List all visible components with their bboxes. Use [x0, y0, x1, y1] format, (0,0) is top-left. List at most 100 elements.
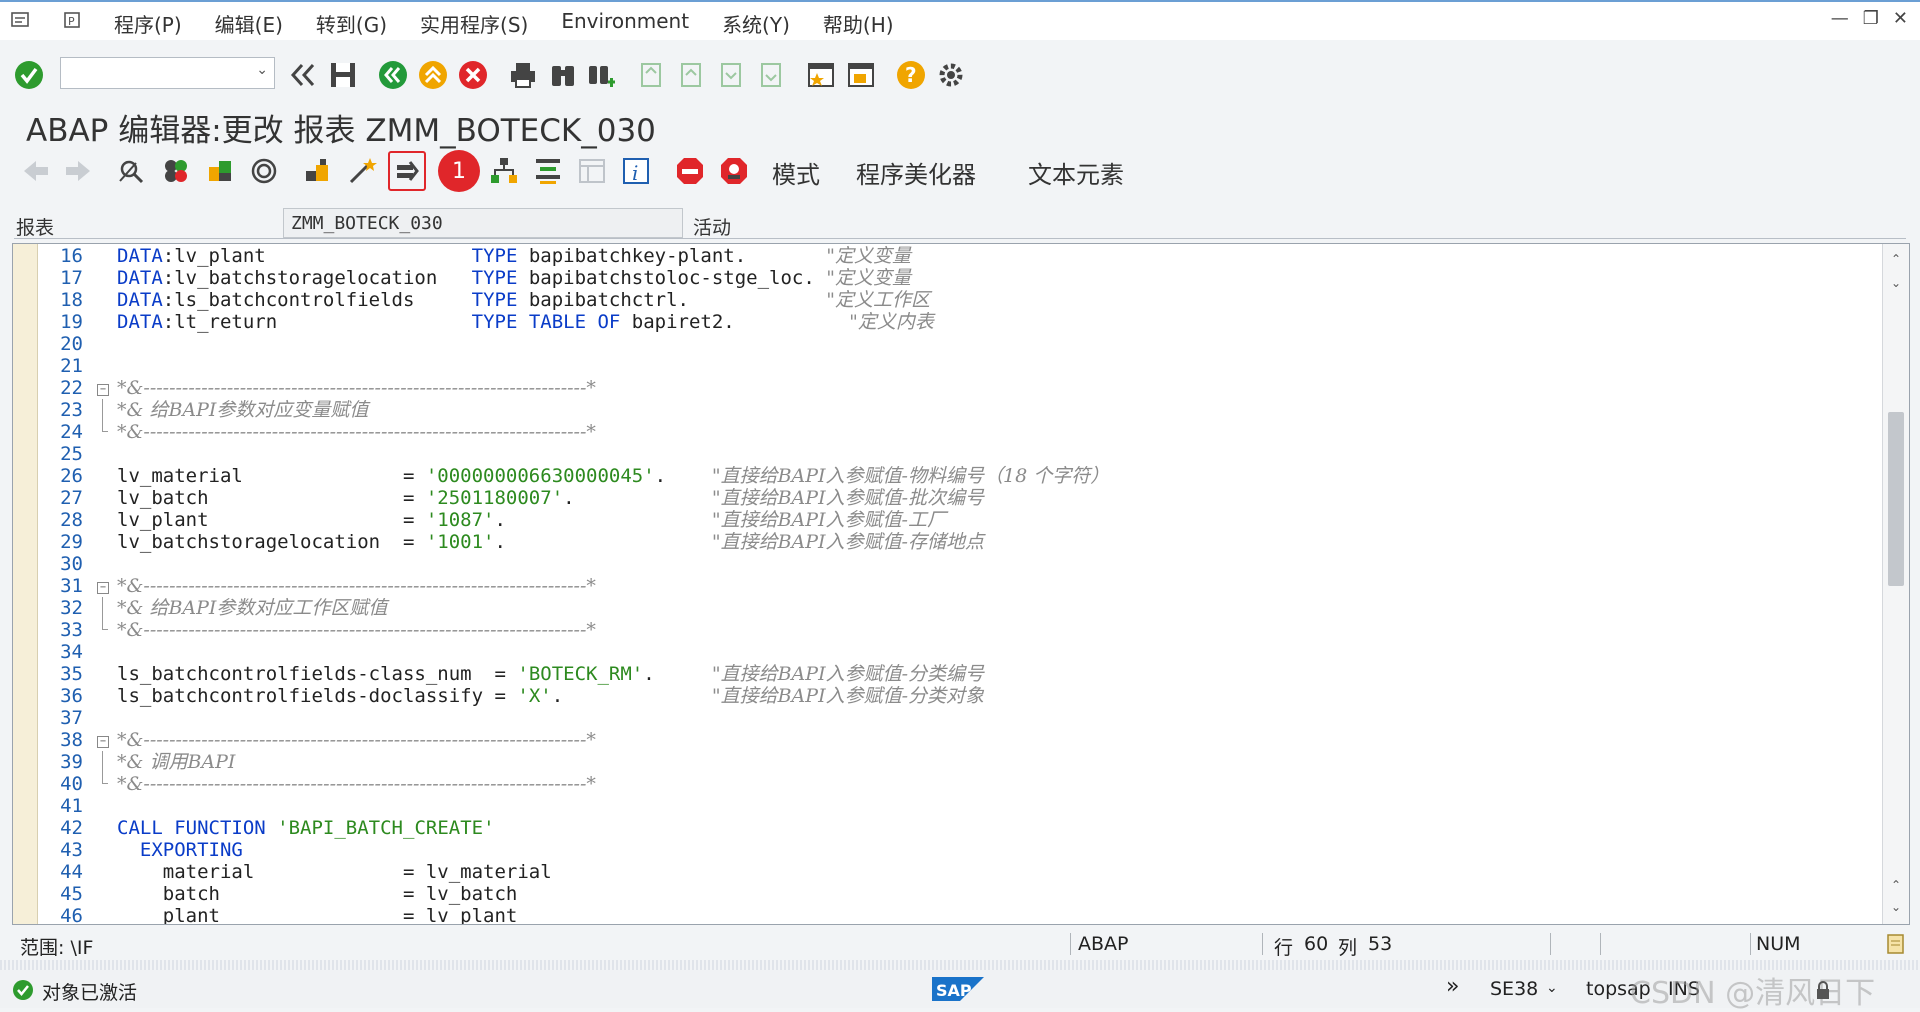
code-line[interactable]: 44 material = lv_material — [13, 861, 1873, 883]
exit-icon[interactable] — [418, 60, 448, 90]
code-text[interactable]: *&--------------------------------------… — [117, 773, 596, 795]
code-text[interactable]: *& 调用BAPI — [117, 751, 235, 773]
code-text[interactable]: *&--------------------------------------… — [117, 575, 596, 597]
code-line[interactable]: 28 lv_plant = '1087'. "直接给BAPI入参赋值-工厂 — [13, 509, 1873, 531]
code-line[interactable]: 20 — [13, 333, 1873, 355]
double-left-icon[interactable] — [288, 60, 318, 90]
command-field[interactable]: ⌄ — [60, 57, 275, 89]
menu-program[interactable]: 程序(P) — [114, 9, 182, 38]
code-text[interactable]: lv_plant = '1087'. "直接给BAPI入参赋值-工厂 — [117, 509, 946, 531]
code-text[interactable]: DATA:ls_batchcontrolfields TYPE bapibatc… — [117, 289, 930, 311]
code-text[interactable]: DATA:lv_plant TYPE bapibatchkey-plant. "… — [117, 245, 911, 267]
close-icon[interactable]: ✕ — [1893, 8, 1908, 29]
code-text[interactable]: DATA:lv_batchstoragelocation TYPE bapiba… — [117, 267, 911, 289]
code-editor[interactable]: 16 DATA:lv_plant TYPE bapibatchkey-plant.… — [12, 243, 1910, 925]
next-page-icon[interactable] — [716, 60, 746, 90]
last-page-icon[interactable] — [756, 60, 786, 90]
menu-goto[interactable]: 转到(G) — [316, 9, 387, 38]
code-text[interactable]: *&--------------------------------------… — [117, 729, 596, 751]
code-line[interactable]: 37 — [13, 707, 1873, 729]
previous-page-icon[interactable] — [676, 60, 706, 90]
menu-system[interactable]: 系统(Y) — [722, 9, 790, 38]
code-line[interactable]: 26 lv_material = '000000006630000045'. "直… — [13, 465, 1873, 487]
text-elements-button[interactable]: 文本元素 — [1028, 155, 1124, 190]
code-text[interactable]: *& 给BAPI参数对应工作区赋值 — [117, 597, 387, 619]
scroll-thumb[interactable] — [1888, 412, 1904, 586]
code-line[interactable]: 16 DATA:lv_plant TYPE bapibatchkey-plant.… — [13, 245, 1873, 267]
code-text[interactable]: EXPORTING — [117, 839, 243, 861]
arrow-left-icon[interactable] — [20, 155, 52, 187]
code-text[interactable]: ls_batchcontrolfields-class_num = 'BOTEC… — [117, 663, 984, 685]
code-text[interactable]: *&--------------------------------------… — [117, 377, 596, 399]
code-line[interactable]: 39 *& 调用BAPI — [13, 751, 1873, 773]
code-text[interactable]: ls_batchcontrolfields-doclassify = 'X'. … — [117, 685, 984, 707]
code-text[interactable]: batch = lv_batch — [117, 883, 518, 905]
expand-icon[interactable]: » — [1446, 974, 1459, 999]
code-line[interactable]: 41 — [13, 795, 1873, 817]
command-input[interactable] — [65, 59, 249, 89]
shortcut-icon[interactable] — [846, 60, 876, 90]
code-line[interactable]: 43 EXPORTING — [13, 839, 1873, 861]
find-next-icon[interactable] — [586, 60, 616, 90]
code-line[interactable]: 21 — [13, 355, 1873, 377]
code-line[interactable]: 19 DATA:lt_return TYPE TABLE OF bapiret2.… — [13, 311, 1873, 333]
code-text[interactable]: plant = lv_plant — [117, 905, 518, 924]
save-icon[interactable] — [328, 60, 358, 90]
menu-utilities[interactable]: 实用程序(S) — [420, 9, 528, 38]
clipboard-icon[interactable] — [1886, 932, 1906, 954]
code-line[interactable]: 24 *&------------------------------------… — [13, 421, 1873, 443]
stop-breakpoint-icon[interactable] — [674, 155, 706, 187]
activate-icon[interactable] — [302, 155, 334, 187]
code-line[interactable]: 35 ls_batchcontrolfields-class_num = 'BOT… — [13, 663, 1873, 685]
arrow-right-icon[interactable] — [62, 155, 94, 187]
code-text[interactable]: *&--------------------------------------… — [117, 421, 596, 443]
code-text[interactable]: material = lv_material — [117, 861, 552, 883]
code-line[interactable]: 45 batch = lv_batch — [13, 883, 1873, 905]
display-change-icon[interactable] — [116, 155, 148, 187]
code-text[interactable]: *&--------------------------------------… — [117, 619, 596, 641]
code-line[interactable]: 40 *&------------------------------------… — [13, 773, 1873, 795]
code-text[interactable]: DATA:lt_return TYPE TABLE OF bapiret2. "… — [117, 311, 934, 333]
code-line[interactable]: 32 *& 给BAPI参数对应工作区赋值 — [13, 597, 1873, 619]
code-line[interactable]: 18 DATA:ls_batchcontrolfields TYPE bapiba… — [13, 289, 1873, 311]
code-line[interactable]: 25 — [13, 443, 1873, 465]
where-used-icon[interactable] — [388, 151, 426, 191]
scroll-up-bottom-icon[interactable]: ⌃ — [1883, 878, 1909, 900]
code-line[interactable]: 31− *&-----------------------------------… — [13, 575, 1873, 597]
check-icon[interactable] — [248, 155, 280, 187]
external-breakpoint-icon[interactable] — [718, 155, 750, 187]
menu-environment[interactable]: Environment — [561, 9, 689, 38]
cancel-icon[interactable] — [458, 60, 488, 90]
new-session-icon[interactable] — [806, 60, 836, 90]
menu-help[interactable]: 帮助(H) — [823, 9, 894, 38]
code-lines[interactable]: 16 DATA:lv_plant TYPE bapibatchkey-plant.… — [13, 245, 1873, 924]
code-line[interactable]: 36 ls_batchcontrolfields-doclassify = 'X'… — [13, 685, 1873, 707]
help-icon[interactable]: ? — [896, 60, 926, 90]
fold-toggle-icon[interactable]: − — [97, 575, 115, 597]
print-icon[interactable] — [508, 60, 538, 90]
code-text[interactable]: *& 给BAPI参数对应变量赋值 — [117, 399, 368, 421]
code-line[interactable]: 22− *&-----------------------------------… — [13, 377, 1873, 399]
code-line[interactable]: 33 *&------------------------------------… — [13, 619, 1873, 641]
hierarchy-icon[interactable] — [488, 155, 520, 187]
menu-edit[interactable]: 编辑(E) — [215, 9, 283, 38]
code-line[interactable]: 23 *& 给BAPI参数对应变量赋值 — [13, 399, 1873, 421]
code-text[interactable]: CALL FUNCTION 'BAPI_BATCH_CREATE' — [117, 817, 495, 839]
menu-icon[interactable] — [10, 10, 32, 30]
settings-icon[interactable] — [936, 60, 966, 90]
scroll-down-bottom-icon[interactable]: ⌄ — [1883, 900, 1909, 922]
vertical-scrollbar[interactable]: ⌃ ⌄ ⌃ ⌄ — [1882, 244, 1909, 924]
active-inactive-icon[interactable] — [160, 155, 192, 187]
code-text[interactable]: lv_batch = '2501180007'. "直接给BAPI入参赋值-批次… — [117, 487, 984, 509]
code-line[interactable]: 27 lv_batch = '2501180007'. "直接给BAPI入参赋值-… — [13, 487, 1873, 509]
scroll-down-icon[interactable]: ⌄ — [1883, 276, 1909, 298]
code-text[interactable]: lv_material = '000000006630000045'. "直接给… — [117, 465, 1109, 487]
object-list-icon[interactable] — [532, 155, 564, 187]
code-line[interactable]: 46 plant = lv_plant — [13, 905, 1873, 924]
chevron-down-icon[interactable]: ⌄ — [256, 62, 268, 78]
fold-toggle-icon[interactable]: − — [97, 377, 115, 399]
code-line[interactable]: 34 — [13, 641, 1873, 663]
scroll-up-icon[interactable]: ⌃ — [1883, 252, 1909, 274]
first-page-icon[interactable] — [636, 60, 666, 90]
back-icon[interactable] — [378, 60, 408, 90]
